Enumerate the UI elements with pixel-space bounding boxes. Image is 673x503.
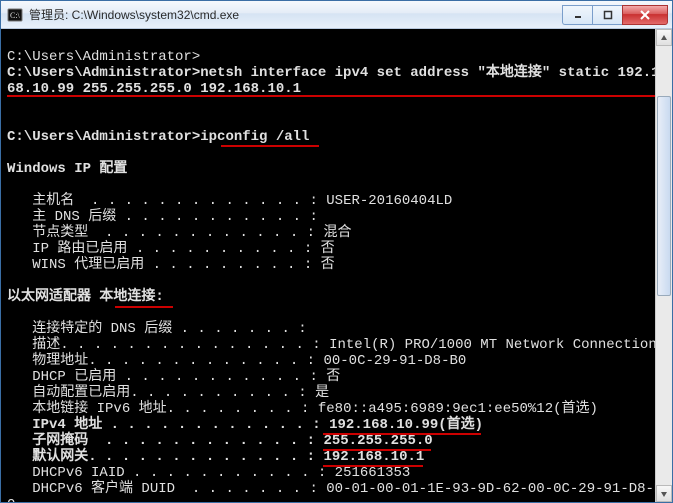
- value: 255.255.255.0: [323, 433, 432, 449]
- terminal-output[interactable]: C:\Users\Administrator> C:\Users\Adminis…: [1, 29, 672, 502]
- value: 192.168.10.1: [323, 449, 424, 465]
- value: 192.168.10.99(首选): [329, 417, 483, 433]
- highlight-underline: [115, 306, 173, 308]
- prompt: C:\Users\Administrator>: [7, 129, 200, 145]
- linkipv6-row: 本地链接 IPv6 地址. . . . . . . . : fe80::a495…: [7, 401, 598, 417]
- netsh-command-line: C:\Users\Administrator>netsh interface i…: [7, 65, 660, 97]
- value: 是: [315, 385, 329, 401]
- ipconfig-command-line: C:\Users\Administrator>ipconfig /all: [7, 129, 309, 145]
- scroll-up-button[interactable]: [656, 29, 672, 46]
- prompt: C:\Users\Administrator>: [7, 65, 200, 81]
- winsproxy-row: WINS 代理已启用 . . . . . . . . . : 否: [7, 257, 335, 273]
- label: 连接特定的 DNS 后缀 . . . . . . . :: [7, 321, 315, 337]
- label: 本地链接 IPv6 地址. . . . . . . . :: [7, 401, 318, 417]
- value: USER-20160404LD: [326, 193, 452, 209]
- label: DHCP 已启用 . . . . . . . . . . . :: [7, 369, 326, 385]
- primarydns-row: 主 DNS 后缀 . . . . . . . . . . . :: [7, 209, 326, 225]
- subnet-row: 子网掩码 . . . . . . . . . . . . : 255.255.2…: [7, 433, 433, 449]
- ipconfig-heading: Windows IP 配置: [7, 161, 127, 177]
- highlight-underline: [323, 465, 423, 467]
- blank-line: [7, 113, 15, 129]
- gateway-row: 默认网关. . . . . . . . . . . . . : 192.168.…: [7, 449, 424, 465]
- cmd-window: C:\ 管理员: C:\Windows\system32\cmd.exe C:\…: [0, 0, 673, 503]
- label: 主机名 . . . . . . . . . . . . . :: [7, 193, 326, 209]
- dhcpv6iaid-row: DHCPv6 IAID . . . . . . . . . . . : 2516…: [7, 465, 410, 481]
- blank-line: [7, 305, 15, 321]
- label: 自动配置已启用. . . . . . . . . . :: [7, 385, 315, 401]
- prompt: C:\Users\Administrator>: [7, 49, 200, 65]
- adapter-heading: 以太网适配器 本地连接:: [7, 289, 164, 305]
- minimize-button[interactable]: [562, 5, 592, 25]
- dhcpv6duid-row: DHCPv6 客户端 DUID . . . . . . . : 00-01-00…: [7, 481, 662, 502]
- svg-text:C:\: C:\: [10, 11, 21, 20]
- scroll-down-button[interactable]: [656, 485, 672, 502]
- label: 子网掩码 . . . . . . . . . . . . :: [7, 433, 323, 449]
- value: Intel(R) PRO/1000 MT Network Connection: [329, 337, 657, 353]
- physaddr-row: 物理地址. . . . . . . . . . . . . : 00-0C-29…: [7, 353, 466, 369]
- scroll-thumb[interactable]: [657, 96, 671, 296]
- label: 物理地址. . . . . . . . . . . . . :: [7, 353, 323, 369]
- prompt-line: C:\Users\Administrator>: [7, 49, 200, 65]
- dhcp-row: DHCP 已启用 . . . . . . . . . . . : 否: [7, 369, 340, 385]
- label: 默认网关. . . . . . . . . . . . . :: [7, 449, 323, 465]
- label: 主 DNS 后缀 . . . . . . . . . . . :: [7, 209, 326, 225]
- window-buttons: [562, 5, 668, 25]
- scroll-track[interactable]: [656, 46, 672, 485]
- value: fe80::a495:6989:9ec1:ee50%12(首选): [318, 401, 598, 417]
- value: 00-0C-29-91-D8-B0: [323, 353, 466, 369]
- label: WINS 代理已启用 . . . . . . . . . :: [7, 257, 321, 273]
- vertical-scrollbar[interactable]: [655, 29, 672, 502]
- highlight-underline: [221, 145, 319, 147]
- autoconfig-row: 自动配置已启用. . . . . . . . . . : 是: [7, 385, 329, 401]
- window-title: 管理员: C:\Windows\system32\cmd.exe: [29, 6, 562, 23]
- cmd-icon: C:\: [7, 7, 23, 23]
- label: IP 路由已启用 . . . . . . . . . . :: [7, 241, 321, 257]
- blank-line: [7, 97, 15, 113]
- value: 否: [321, 241, 335, 257]
- blank-line: [7, 145, 15, 161]
- highlight-underline: [7, 95, 662, 97]
- close-button[interactable]: [622, 5, 668, 25]
- value: 251661353: [335, 465, 411, 481]
- titlebar[interactable]: C:\ 管理员: C:\Windows\system32\cmd.exe: [1, 1, 672, 29]
- nodetype-row: 节点类型 . . . . . . . . . . . . : 混合: [7, 225, 351, 241]
- blank-line: [7, 177, 15, 193]
- hostname-row: 主机名 . . . . . . . . . . . . . : USER-201…: [7, 193, 452, 209]
- ipv4-row: IPv4 地址 . . . . . . . . . . . . : 192.16…: [7, 417, 483, 433]
- label: IPv4 地址 . . . . . . . . . . . . :: [7, 417, 329, 433]
- iprouting-row: IP 路由已启用 . . . . . . . . . . : 否: [7, 241, 335, 257]
- highlight-underline: [323, 433, 481, 435]
- label: DHCPv6 客户端 DUID . . . . . . . :: [7, 481, 326, 497]
- blank-line: [7, 273, 15, 289]
- maximize-button[interactable]: [592, 5, 622, 25]
- value: 否: [321, 257, 335, 273]
- label: 描述. . . . . . . . . . . . . . . :: [7, 337, 329, 353]
- description-row: 描述. . . . . . . . . . . . . . . : Intel(…: [7, 337, 657, 353]
- conndns-row: 连接特定的 DNS 后缀 . . . . . . . :: [7, 321, 315, 337]
- value: 混合: [323, 225, 351, 241]
- label: DHCPv6 IAID . . . . . . . . . . . :: [7, 465, 335, 481]
- value: 否: [326, 369, 340, 385]
- highlight-underline: [323, 449, 431, 451]
- ipconfig-command: ipconfig /all: [200, 129, 309, 145]
- label: 节点类型 . . . . . . . . . . . . :: [7, 225, 323, 241]
